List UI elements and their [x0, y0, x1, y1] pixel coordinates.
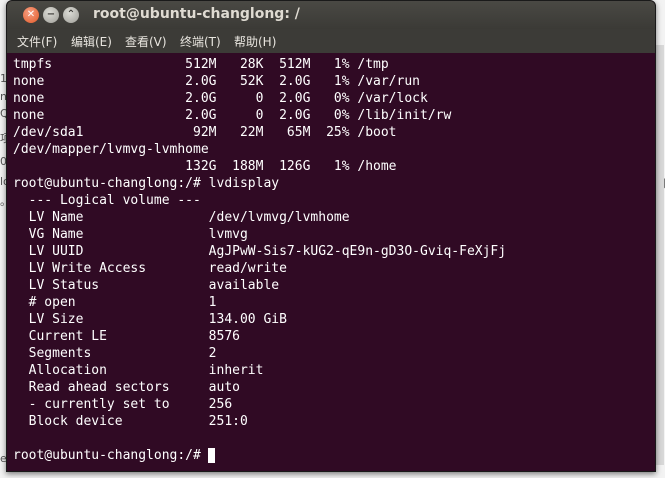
- terminal-line: Current LE 8576: [13, 329, 240, 344]
- terminal-line: none 2.0G 52K 2.0G 1% /var/run: [13, 74, 420, 89]
- menu-bar: 文件(F) 编辑(E) 查看(V) 终端(T) 帮助(H): [7, 29, 655, 53]
- maximize-button[interactable]: ⌃: [63, 7, 79, 23]
- close-icon: ✕: [26, 9, 36, 20]
- terminal-line: - currently set to 256: [13, 397, 233, 412]
- terminal-line: Read ahead sectors auto: [13, 380, 240, 395]
- terminal-line: LV Write Access read/write: [13, 261, 287, 276]
- terminal-line: tmpfs 512M 28K 512M 1% /tmp: [13, 57, 389, 72]
- close-button[interactable]: ✕: [23, 7, 39, 23]
- terminal-line: VG Name lvmvg: [13, 227, 248, 242]
- terminal-line: none 2.0G 0 2.0G 0% /var/lock: [13, 91, 428, 106]
- maximize-icon: ⌃: [66, 9, 76, 20]
- terminal-line: LV Name /dev/lvmvg/lvmhome: [13, 210, 350, 225]
- terminal-cursor: [208, 448, 215, 463]
- terminal-line: Block device 251:0: [13, 414, 248, 429]
- minimize-icon: −: [46, 9, 56, 20]
- terminal-line: LV UUID AgJPwW-Sis7-kUG2-qE9n-gD3O-Gviq-…: [13, 244, 507, 259]
- terminal-line: LV Size 134.00 GiB: [13, 312, 287, 327]
- terminal-line: LV Status available: [13, 278, 280, 293]
- terminal-line: 132G 188M 126G 1% /home: [13, 159, 397, 174]
- terminal-line: /dev/mapper/lvmvg-lvmhome: [13, 142, 209, 157]
- terminal-line: --- Logical volume ---: [13, 193, 201, 208]
- menu-view[interactable]: 查看(V): [125, 33, 167, 50]
- menu-file[interactable]: 文件(F): [17, 33, 57, 50]
- menu-help[interactable]: 帮助(H): [234, 33, 276, 50]
- terminal-line: none 2.0G 0 2.0G 0% /lib/init/rw: [13, 108, 452, 123]
- menu-edit[interactable]: 编辑(E): [71, 33, 112, 50]
- terminal-line: Segments 2: [13, 346, 217, 361]
- terminal-output[interactable]: tmpfs 512M 28K 512M 1% /tmp none 2.0G 52K…: [7, 53, 655, 471]
- title-bar[interactable]: ✕ − ⌃ root@ubuntu-changlong: /: [7, 1, 655, 29]
- window-title: root@ubuntu-changlong: /: [93, 6, 300, 22]
- terminal-window: ✕ − ⌃ root@ubuntu-changlong: / 文件(F) 编辑(…: [6, 0, 656, 472]
- terminal-line: root@ubuntu-changlong:/#: [13, 448, 209, 463]
- menu-terminal[interactable]: 终端(T): [180, 33, 221, 50]
- background-scrollbar[interactable]: [656, 45, 664, 465]
- terminal-line: Allocation inherit: [13, 363, 264, 378]
- terminal-line: # open 1: [13, 295, 217, 310]
- minimize-button[interactable]: −: [43, 7, 59, 23]
- terminal-line: root@ubuntu-changlong:/# lvdisplay: [13, 176, 280, 191]
- terminal-line: /dev/sda1 92M 22M 65M 25% /boot: [13, 125, 397, 140]
